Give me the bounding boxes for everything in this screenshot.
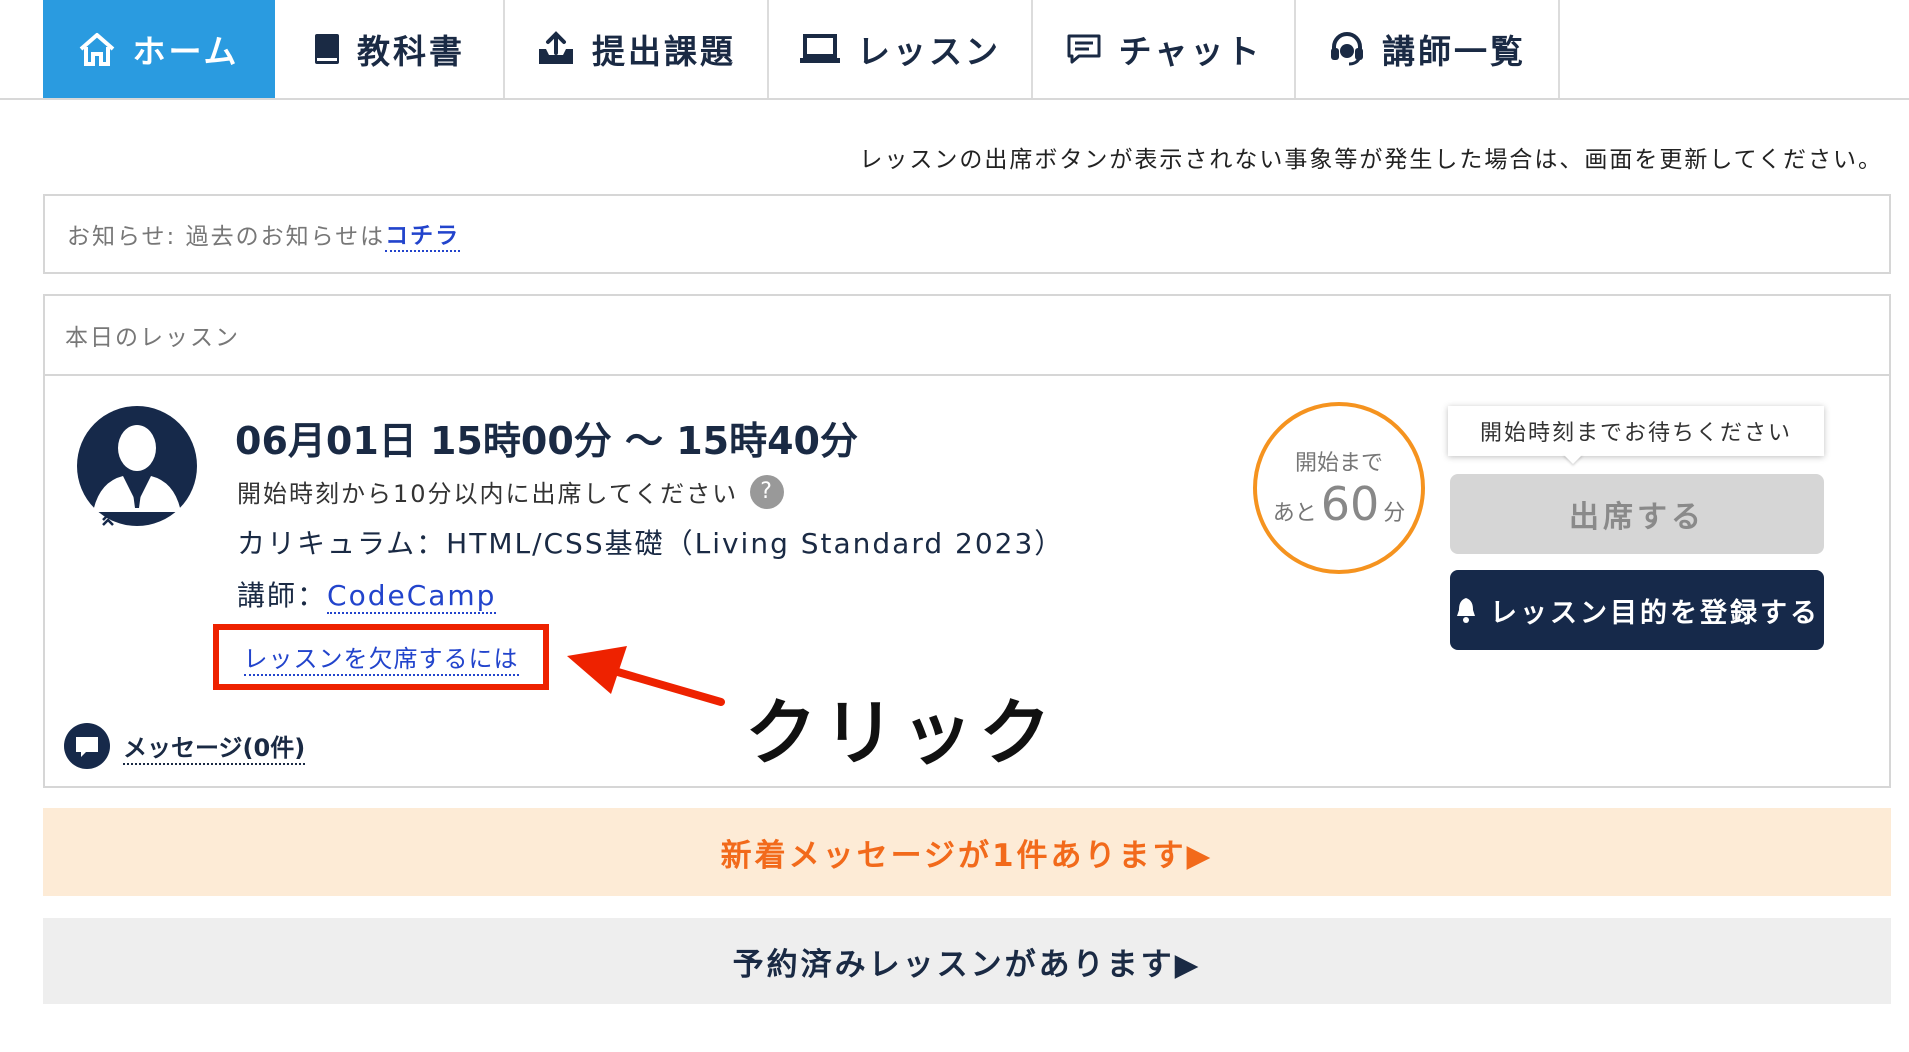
help-icon[interactable]: ? bbox=[750, 474, 785, 509]
reserved-lesson-banner[interactable]: 予約済みレッスンがあります▶ bbox=[43, 918, 1891, 1004]
teacher: 講師：CodeCamp bbox=[237, 574, 497, 614]
wait-tooltip: 開始時刻までお待ちください bbox=[1448, 406, 1824, 456]
notice-box: お知らせ: 過去のお知らせは コチラ bbox=[43, 194, 1891, 274]
attend-button[interactable]: 出席する bbox=[1450, 474, 1824, 554]
message-link-label: メッセージ(0件) bbox=[123, 728, 306, 765]
teacher-label: 講師： bbox=[237, 579, 328, 612]
bell-icon bbox=[1457, 598, 1475, 623]
tab-assignments-label: 提出課題 bbox=[592, 32, 736, 71]
past-notices-link[interactable]: コチラ bbox=[385, 216, 461, 252]
today-lesson-panel: 本日のレッスン 06月01日 15時00分 〜 15時40分 開始時刻から10分… bbox=[43, 294, 1891, 788]
notice-text: お知らせ: 過去のお知らせは bbox=[67, 224, 386, 250]
top-nav: ホーム 教科書 提出課題 レッスン チャット 講師一覧 bbox=[0, 0, 1909, 100]
register-goal-button[interactable]: レッスン目的を登録する bbox=[1450, 570, 1824, 650]
countdown-circle: 開始まで あと 60 分 bbox=[1253, 402, 1425, 574]
headset-icon bbox=[1331, 32, 1363, 66]
countdown-prefix: あと bbox=[1272, 501, 1317, 526]
tab-chat-label: チャット bbox=[1118, 32, 1263, 71]
countdown-unit: 分 bbox=[1383, 501, 1406, 526]
home-icon bbox=[80, 33, 115, 66]
tab-lesson-label: レッスン bbox=[857, 32, 1001, 71]
click-annotation: クリック bbox=[745, 690, 1058, 775]
tab-home[interactable]: ホーム bbox=[43, 0, 275, 98]
tab-instructors[interactable]: 講師一覧 bbox=[1296, 0, 1560, 98]
tab-textbook[interactable]: 教科書 bbox=[275, 0, 505, 98]
curriculum: カリキュラム：HTML/CSS基礎（Living Standard 2023） bbox=[237, 527, 1065, 560]
new-message-banner[interactable]: 新着メッセージが1件あります▶ bbox=[43, 808, 1891, 896]
refresh-note: レッスンの出席ボタンが表示されない事象等が発生した場合は、画面を更新してください… bbox=[859, 147, 1883, 173]
tab-textbook-label: 教科書 bbox=[357, 32, 465, 71]
register-goal-label: レッスン目的を登録する bbox=[1490, 597, 1820, 629]
chat-icon bbox=[1067, 34, 1101, 64]
annotation-arrow bbox=[567, 646, 725, 706]
countdown-value: 60 bbox=[1320, 477, 1380, 531]
absent-link[interactable]: レッスンを欠席するには bbox=[243, 639, 519, 676]
countdown-value-row: あと 60 分 bbox=[1273, 477, 1406, 531]
upload-tray-icon bbox=[539, 31, 573, 64]
tab-lesson[interactable]: レッスン bbox=[769, 0, 1033, 98]
instructor-avatar bbox=[77, 406, 197, 526]
tab-assignments[interactable]: 提出課題 bbox=[505, 0, 769, 98]
message-link[interactable]: メッセージ(0件) bbox=[63, 722, 306, 770]
absent-highlight-box: レッスンを欠席するには bbox=[213, 624, 549, 690]
book-icon bbox=[315, 34, 339, 64]
tooltip-tail bbox=[1563, 454, 1583, 464]
laptop-icon bbox=[800, 34, 840, 63]
message-bubble-icon bbox=[64, 723, 110, 769]
lesson-time: 06月01日 15時00分 〜 15時40分 bbox=[235, 419, 858, 463]
countdown-label: 開始まで bbox=[1294, 451, 1383, 476]
teacher-link[interactable]: CodeCamp bbox=[327, 579, 497, 614]
attend-note: 開始時刻から10分以内に出席してください ? bbox=[237, 474, 785, 509]
tab-home-label: ホーム bbox=[132, 32, 240, 71]
attend-note-text: 開始時刻から10分以内に出席してください bbox=[237, 480, 739, 508]
lesson-panel-header: 本日のレッスン bbox=[45, 296, 1889, 376]
tab-instructors-label: 講師一覧 bbox=[1382, 32, 1526, 71]
tab-chat[interactable]: チャット bbox=[1033, 0, 1296, 98]
